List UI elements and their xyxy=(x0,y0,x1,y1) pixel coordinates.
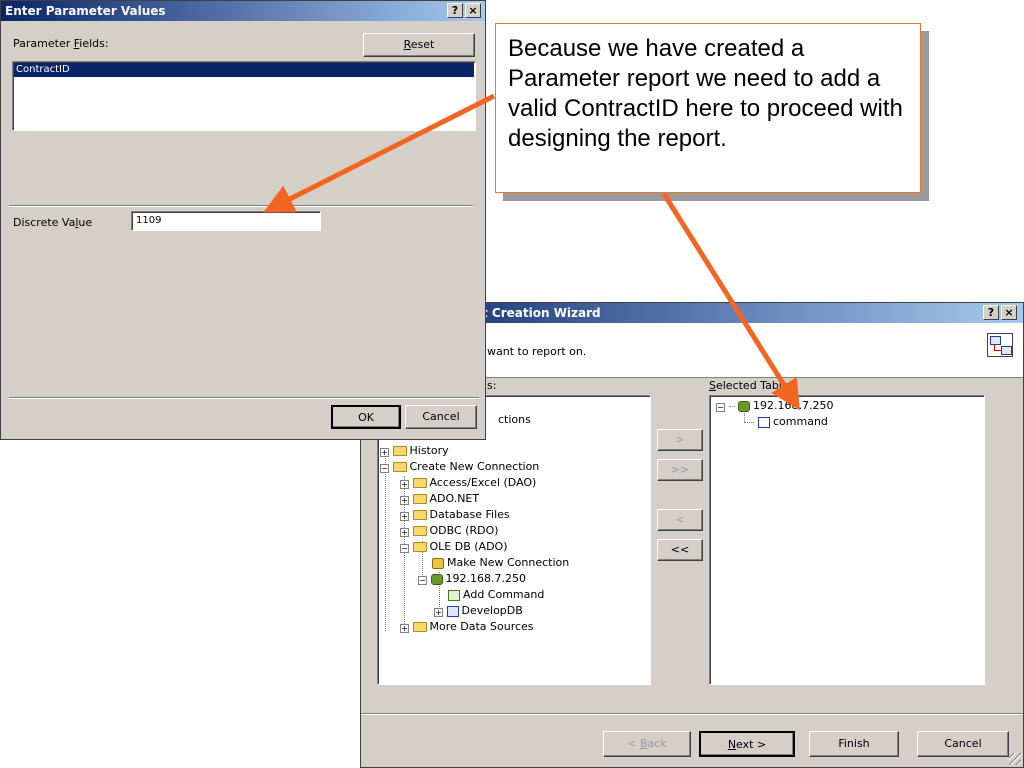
wizard-header-icon xyxy=(987,333,1013,357)
next-button[interactable]: Next > xyxy=(699,731,795,757)
database-icon xyxy=(738,400,750,412)
tree-item-database-files[interactable]: + Database Files xyxy=(400,507,510,523)
new-connection-icon xyxy=(432,557,444,569)
param-title-bar: Enter Parameter Values xyxy=(1,1,485,21)
folder-icon xyxy=(412,526,427,536)
collapse-icon[interactable]: − xyxy=(400,544,409,553)
param-footer-divider xyxy=(9,397,479,399)
wizard-title: t Creation Wizard xyxy=(482,306,601,320)
cancel-button[interactable]: Cancel xyxy=(917,731,1009,757)
parameter-fields-list[interactable]: ContractID xyxy=(12,61,476,131)
database-icon xyxy=(430,573,443,585)
param-close-button[interactable]: × xyxy=(465,3,481,18)
discrete-value-text: 1109 xyxy=(136,215,162,226)
callout-box: Because we have created a Parameter repo… xyxy=(495,23,921,193)
expand-icon[interactable]: + xyxy=(400,480,409,489)
collapse-icon[interactable]: − xyxy=(716,403,725,412)
discrete-value-input[interactable]: 1109 xyxy=(131,211,321,231)
parameter-field-item[interactable]: ContractID xyxy=(14,63,474,77)
enter-parameter-values-window: Enter Parameter Values ? × Parameter Fie… xyxy=(0,0,486,440)
tree-item-current-connections[interactable]: ctions xyxy=(498,412,531,428)
folder-icon xyxy=(392,446,407,456)
selected-tables-tree[interactable]: − 192.168.7.250 command xyxy=(709,395,985,685)
wizard-footer-divider xyxy=(361,713,1023,715)
expand-icon[interactable]: + xyxy=(400,528,409,537)
wizard-instruction: want to report on. xyxy=(487,345,587,358)
ok-button[interactable]: OK xyxy=(331,405,401,429)
tree-item-server-connection[interactable]: − 192.168.7.250 xyxy=(418,571,526,587)
tree-item-make-new-connection[interactable]: Make New Connection xyxy=(432,555,569,571)
selected-item-server[interactable]: − 192.168.7.250 xyxy=(716,398,833,414)
wizard-close-button[interactable]: × xyxy=(1001,305,1017,320)
screen: { "param_dialog": { "title": "Enter Para… xyxy=(0,0,1024,768)
expand-icon[interactable]: + xyxy=(400,496,409,505)
tree-item-odbc[interactable]: + ODBC (RDO) xyxy=(400,523,499,539)
tree-item-ado-net[interactable]: + ADO.NET xyxy=(400,491,479,507)
tree-item-access-excel[interactable]: + Access/Excel (DAO) xyxy=(400,475,536,491)
param-title: Enter Parameter Values xyxy=(5,4,166,18)
reset-button[interactable]: Reset xyxy=(363,33,475,57)
remove-all-tables-button[interactable]: << xyxy=(657,539,703,561)
tree-item-more-data-sources[interactable]: + More Data Sources xyxy=(400,619,534,635)
discrete-value-label: Discrete Value xyxy=(13,216,93,229)
expand-icon[interactable]: + xyxy=(400,624,409,633)
folder-icon xyxy=(412,494,427,504)
parameter-fields-label: Parameter Fields: xyxy=(13,37,109,50)
resize-grip-icon[interactable] xyxy=(1009,753,1021,765)
add-command-icon xyxy=(448,589,460,601)
tree-item-add-command[interactable]: Add Command xyxy=(448,587,544,603)
finish-button[interactable]: Finish xyxy=(809,731,899,757)
back-button[interactable]: < Back xyxy=(603,731,691,757)
wizard-help-button[interactable]: ? xyxy=(983,305,999,320)
folder-icon xyxy=(412,622,427,632)
folder-icon xyxy=(412,542,427,552)
remove-table-button[interactable]: < xyxy=(657,509,703,531)
folder-icon xyxy=(392,462,407,472)
folder-icon xyxy=(412,478,427,488)
database-table-icon xyxy=(446,605,459,617)
available-data-sources-label: s: xyxy=(487,379,497,392)
tree-item-developdb[interactable]: + DevelopDB xyxy=(434,603,523,619)
tree-item-history[interactable]: + History xyxy=(380,443,449,459)
add-all-tables-button[interactable]: >> xyxy=(657,459,703,481)
param-help-button[interactable]: ? xyxy=(447,3,463,18)
expand-icon[interactable]: + xyxy=(400,512,409,521)
command-icon xyxy=(758,416,770,428)
tree-item-ole-db[interactable]: − OLE DB (ADO) xyxy=(400,539,507,555)
callout-text: Because we have created a Parameter repo… xyxy=(508,35,903,152)
collapse-icon[interactable]: − xyxy=(418,576,427,585)
folder-icon xyxy=(412,510,427,520)
selected-item-command[interactable]: command xyxy=(758,414,828,430)
selected-tables-label: Selected Tables: xyxy=(709,379,799,392)
tree-item-create-new-connection[interactable]: − Create New Connection xyxy=(380,459,539,475)
expand-icon[interactable]: + xyxy=(380,448,389,457)
collapse-icon[interactable]: − xyxy=(380,464,389,473)
add-table-button[interactable]: > xyxy=(657,429,703,451)
cancel-button[interactable]: Cancel xyxy=(405,405,477,429)
param-separator xyxy=(9,205,473,207)
expand-icon[interactable]: + xyxy=(434,608,443,617)
